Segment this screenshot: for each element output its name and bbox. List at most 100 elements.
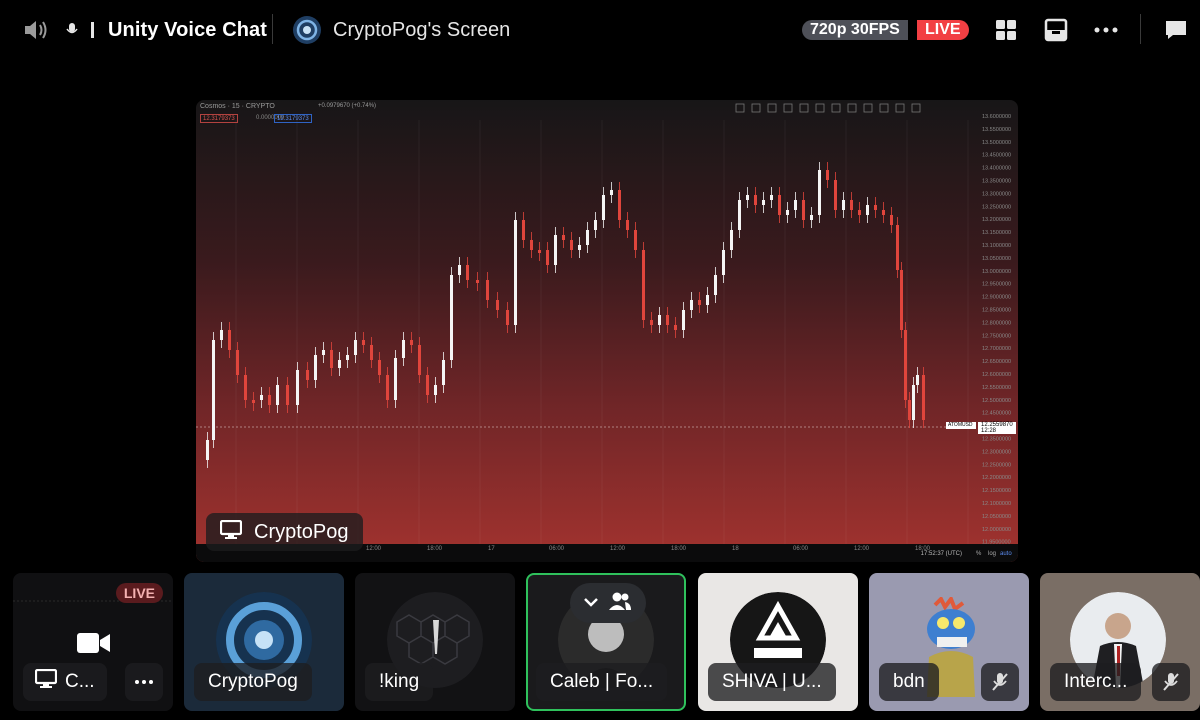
scale-option[interactable]: log	[988, 551, 996, 557]
participant-tile-cryptopog[interactable]: CryptoPog	[184, 573, 344, 711]
popout-icon[interactable]	[1042, 16, 1070, 44]
candle-body	[842, 200, 845, 210]
tile-popover[interactable]	[570, 583, 646, 623]
screen-share-stage[interactable]: 13.6000000 13.5500000 13.5000000 13.4500000…	[196, 100, 1018, 562]
candle-body	[762, 200, 765, 205]
time-axis-label: 12:00	[610, 546, 626, 552]
price-axis-label: 12.0000000	[982, 527, 1011, 533]
scale-option[interactable]: %	[976, 551, 981, 557]
chart-tool-icon	[767, 103, 777, 113]
price-axis-label: 12.9500000	[982, 282, 1011, 288]
candle-body	[594, 220, 597, 230]
candle-body	[554, 235, 557, 265]
candle-body	[244, 375, 247, 400]
candle-body	[810, 215, 813, 220]
participant-name: C...	[65, 671, 95, 692]
divider	[272, 14, 273, 44]
participant-tile-caleb[interactable]: Caleb | Fo...	[526, 573, 686, 711]
tile-more-button[interactable]	[125, 663, 163, 701]
price-axis-label: 12.1500000	[982, 488, 1011, 494]
price-axis-label: 12.2500000	[982, 462, 1011, 468]
price-axis-label: 13.4500000	[982, 153, 1011, 159]
live-badge: LIVE	[917, 20, 969, 40]
candle-body	[802, 200, 805, 220]
candle-body	[228, 330, 231, 350]
candle-body	[402, 340, 405, 358]
candle-body	[486, 280, 489, 300]
price-axis-label: 12.4500000	[982, 411, 1011, 417]
candle-body	[754, 195, 757, 205]
candle-body	[322, 350, 325, 355]
participant-name: CryptoPog	[208, 671, 298, 692]
participant-tile-bdn[interactable]: bdn	[869, 573, 1029, 711]
participant-tile-king[interactable]: !king	[355, 573, 515, 711]
grid-layout-icon[interactable]	[992, 16, 1020, 44]
candle-body	[546, 250, 549, 265]
candle-body	[912, 385, 915, 420]
candle-body	[578, 245, 581, 250]
participant-name: SHIVA | U...	[722, 671, 822, 692]
price-axis-label: 13.1500000	[982, 230, 1011, 236]
candle-body	[522, 220, 525, 240]
price-axis-label: 12.3000000	[982, 449, 1011, 455]
candle-body	[698, 300, 701, 305]
chart-tool-icon	[895, 103, 905, 113]
candle-body	[658, 315, 661, 325]
chart-tool-icon	[863, 103, 873, 113]
price-chart: 13.6000000 13.5500000 13.5000000 13.4500000…	[196, 103, 1011, 546]
price-axis-label: 12.9000000	[982, 295, 1011, 301]
time-axis-label: 06:00	[793, 546, 809, 552]
candle-body	[394, 358, 397, 400]
candle-body	[896, 225, 899, 270]
candle-body	[570, 240, 573, 250]
candle-body	[496, 300, 499, 310]
candle-body	[442, 360, 445, 385]
chart-tool-icon	[735, 103, 745, 113]
chart-symbol-header: Cosmos · 15 · CRYPTO	[200, 103, 275, 110]
price-axis-label: 13.4000000	[982, 166, 1011, 172]
more-icon[interactable]	[1092, 16, 1120, 44]
scale-option[interactable]: auto	[1000, 551, 1012, 557]
time-axis-label: 06:00	[549, 546, 565, 552]
candle-body	[778, 195, 781, 215]
candle-body	[674, 325, 677, 330]
price-axis-label: 12.5500000	[982, 385, 1011, 391]
candle-body	[818, 170, 821, 215]
candle-body	[586, 230, 589, 245]
tile-label: Caleb | Fo...	[536, 663, 668, 701]
speaker-icon[interactable]	[22, 0, 50, 60]
participant-tile-interc[interactable]: Interc...	[1040, 573, 1200, 711]
candle-body	[306, 370, 309, 380]
candle-body	[834, 180, 837, 210]
price-axis-label: 13.0500000	[982, 256, 1011, 262]
time-axis-label: 18:00	[671, 546, 687, 552]
participant-tile-shiva[interactable]: SHIVA | U...	[698, 573, 858, 711]
chart-tool-icon	[847, 103, 857, 113]
chat-icon[interactable]	[1162, 16, 1190, 44]
chart-bid-box: 12.3179373	[200, 114, 238, 123]
chart-tool-icon	[783, 103, 793, 113]
price-axis-label: 12.6000000	[982, 372, 1011, 378]
candle-body	[514, 220, 517, 325]
video-camera-icon	[77, 631, 111, 660]
participant-tile-screen[interactable]: LIVE C...	[13, 573, 173, 711]
candle-body	[362, 340, 365, 345]
price-axis-label: 13.5000000	[982, 140, 1011, 146]
candle-body	[296, 370, 299, 405]
tile-label: SHIVA | U...	[708, 663, 836, 701]
chart-tool-icon	[911, 103, 921, 113]
candle-body	[426, 375, 429, 395]
users-icon[interactable]	[608, 591, 632, 616]
mic-muted-icon	[981, 663, 1019, 701]
candle-body	[706, 295, 709, 305]
candle-body	[690, 300, 693, 310]
candle-body	[530, 240, 533, 250]
chart-tool-icon	[815, 103, 825, 113]
chart-change: +0.0979670 (+0.74%)	[318, 103, 377, 109]
candle-body	[418, 345, 421, 375]
candle-body	[866, 205, 869, 215]
chevron-down-icon[interactable]	[584, 594, 598, 612]
participant-name: Caleb | Fo...	[550, 671, 654, 692]
channel-name: Unity Voice Chat	[108, 18, 268, 41]
chart-tool-icon	[879, 103, 889, 113]
